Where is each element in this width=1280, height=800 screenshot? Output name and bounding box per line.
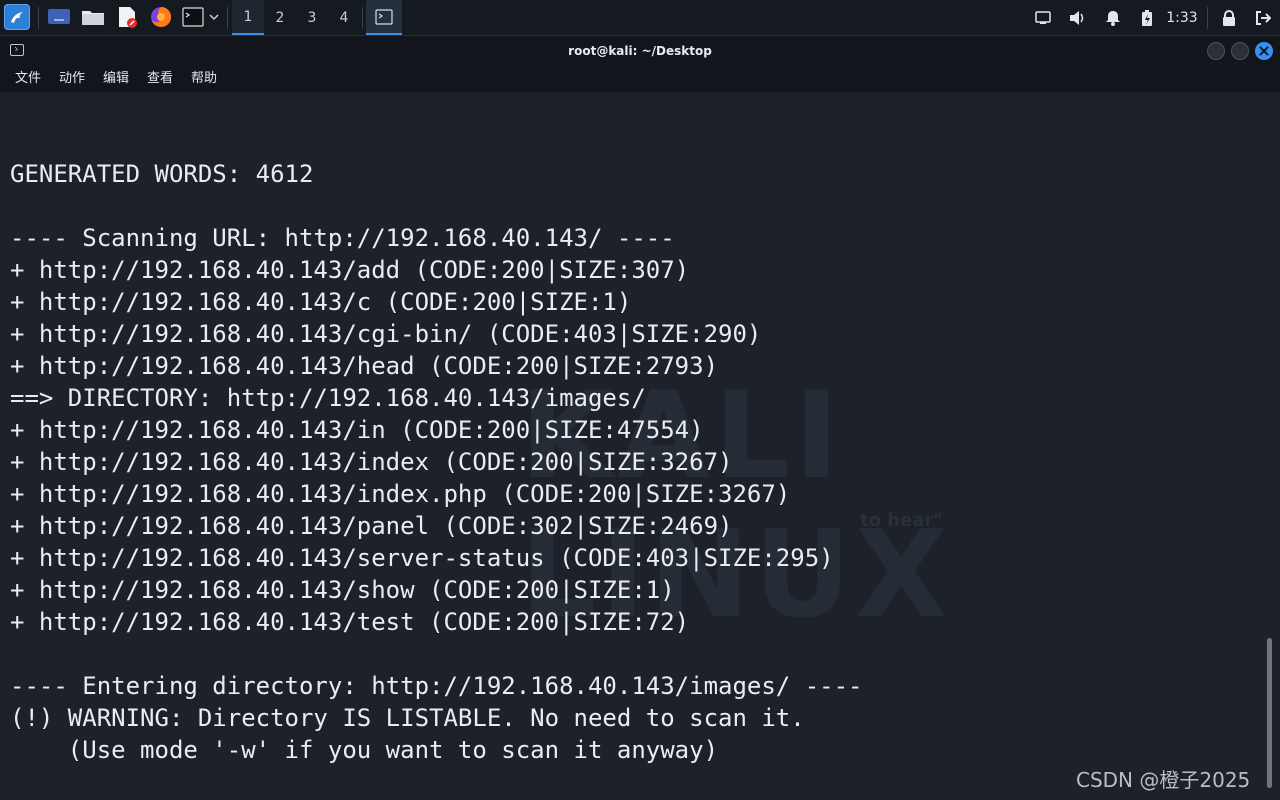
terminal-window: root@kali: ~/Desktop 文件 动作 编辑 查看 帮助 KALI… (0, 36, 1280, 800)
terminal-line: + http://192.168.40.143/cgi-bin/ (CODE:4… (10, 320, 762, 348)
taskbar-separator (1207, 7, 1208, 29)
terminal-line: + http://192.168.40.143/in (CODE:200|SIZ… (10, 416, 704, 444)
terminal-launcher-dropdown[interactable] (205, 3, 223, 31)
firefox-icon (151, 6, 172, 27)
menu-edit[interactable]: 编辑 (97, 66, 135, 92)
lock-icon (1223, 9, 1235, 26)
notifications-button[interactable] (1102, 0, 1124, 35)
menu-help[interactable]: 帮助 (185, 66, 223, 92)
terminal-scrollbar[interactable] (1267, 638, 1272, 788)
terminal-line: (!) WARNING: Directory IS LISTABLE. No n… (10, 704, 805, 732)
minimize-button[interactable] (1207, 42, 1225, 60)
terminal-output: GENERATED WORDS: 4612 ---- Scanning URL: … (10, 126, 863, 766)
terminal-line: + http://192.168.40.143/add (CODE:200|SI… (10, 256, 690, 284)
taskbar-separator (227, 7, 228, 29)
maximize-button[interactable] (1231, 42, 1249, 60)
terminal-line: + http://192.168.40.143/server-status (C… (10, 544, 834, 572)
logout-button[interactable] (1251, 0, 1275, 35)
network-indicator[interactable] (1032, 0, 1054, 35)
firefox-launcher[interactable] (147, 3, 175, 31)
clock[interactable]: 1:33 (1163, 0, 1201, 35)
text-editor-launcher[interactable] (113, 3, 141, 31)
text-editor-icon (119, 7, 137, 28)
terminal-line: ---- Entering directory: http://192.168.… (10, 672, 863, 700)
show-desktop-launcher[interactable] (45, 3, 73, 31)
kali-dragon-icon (4, 4, 30, 30)
terminal-line: + http://192.168.40.143/c (CODE:200|SIZE… (10, 288, 632, 316)
taskbar-separator (362, 7, 363, 29)
file-manager-launcher[interactable] (79, 3, 107, 31)
terminal-line: ==> DIRECTORY: http://192.168.40.143/ima… (10, 384, 646, 412)
close-button[interactable] (1255, 42, 1273, 60)
csdn-watermark: CSDN @橙子2025 (1076, 768, 1251, 792)
menubar: 文件 动作 编辑 查看 帮助 (0, 66, 1280, 92)
battery-charging-icon (1142, 9, 1152, 26)
desktop-icon (48, 9, 70, 24)
menu-file[interactable]: 文件 (9, 66, 47, 92)
terminal-output-area[interactable]: KALI LINUX to hear" GENERATED WORDS: 461… (0, 92, 1280, 800)
logout-icon (1256, 10, 1271, 25)
terminal-line: + http://192.168.40.143/index.php (CODE:… (10, 480, 791, 508)
terminal-launcher[interactable] (179, 3, 207, 31)
terminal-icon (375, 8, 393, 25)
terminal-line: GENERATED WORDS: 4612 (10, 160, 314, 188)
kali-menu-button[interactable] (2, 3, 32, 31)
battery-indicator[interactable] (1136, 0, 1158, 35)
workspace-2[interactable]: 2 (264, 0, 296, 35)
menu-actions[interactable]: 动作 (53, 66, 91, 92)
workspace-4[interactable]: 4 (328, 0, 360, 35)
terminal-line: (Use mode '-w' if you want to scan it an… (10, 736, 719, 764)
workspace-3[interactable]: 3 (296, 0, 328, 35)
network-icon (1035, 10, 1051, 24)
terminal-line: + http://192.168.40.143/panel (CODE:302|… (10, 512, 733, 540)
taskbar: 1 2 3 4 1:33 (0, 0, 1280, 36)
volume-icon (1070, 10, 1084, 25)
menu-view[interactable]: 查看 (141, 66, 179, 92)
bell-icon (1106, 10, 1120, 26)
terminal-icon (182, 7, 204, 27)
terminal-line: + http://192.168.40.143/show (CODE:200|S… (10, 576, 675, 604)
workspace-1[interactable]: 1 (232, 0, 264, 35)
lock-screen-button[interactable] (1217, 0, 1241, 35)
terminal-task-button[interactable] (366, 0, 402, 35)
window-titlebar[interactable]: root@kali: ~/Desktop (0, 36, 1280, 66)
window-title: root@kali: ~/Desktop (568, 44, 712, 58)
terminal-line: ---- Scanning URL: http://192.168.40.143… (10, 224, 675, 252)
wallpaper-tagline: to hear" (860, 510, 943, 531)
terminal-line: + http://192.168.40.143/index (CODE:200|… (10, 448, 733, 476)
volume-control[interactable] (1066, 0, 1090, 35)
taskbar-separator (38, 7, 39, 29)
terminal-line: + http://192.168.40.143/test (CODE:200|S… (10, 608, 690, 636)
folder-icon (82, 11, 104, 25)
terminal-line: + http://192.168.40.143/head (CODE:200|S… (10, 352, 719, 380)
chevron-down-icon (209, 14, 219, 21)
